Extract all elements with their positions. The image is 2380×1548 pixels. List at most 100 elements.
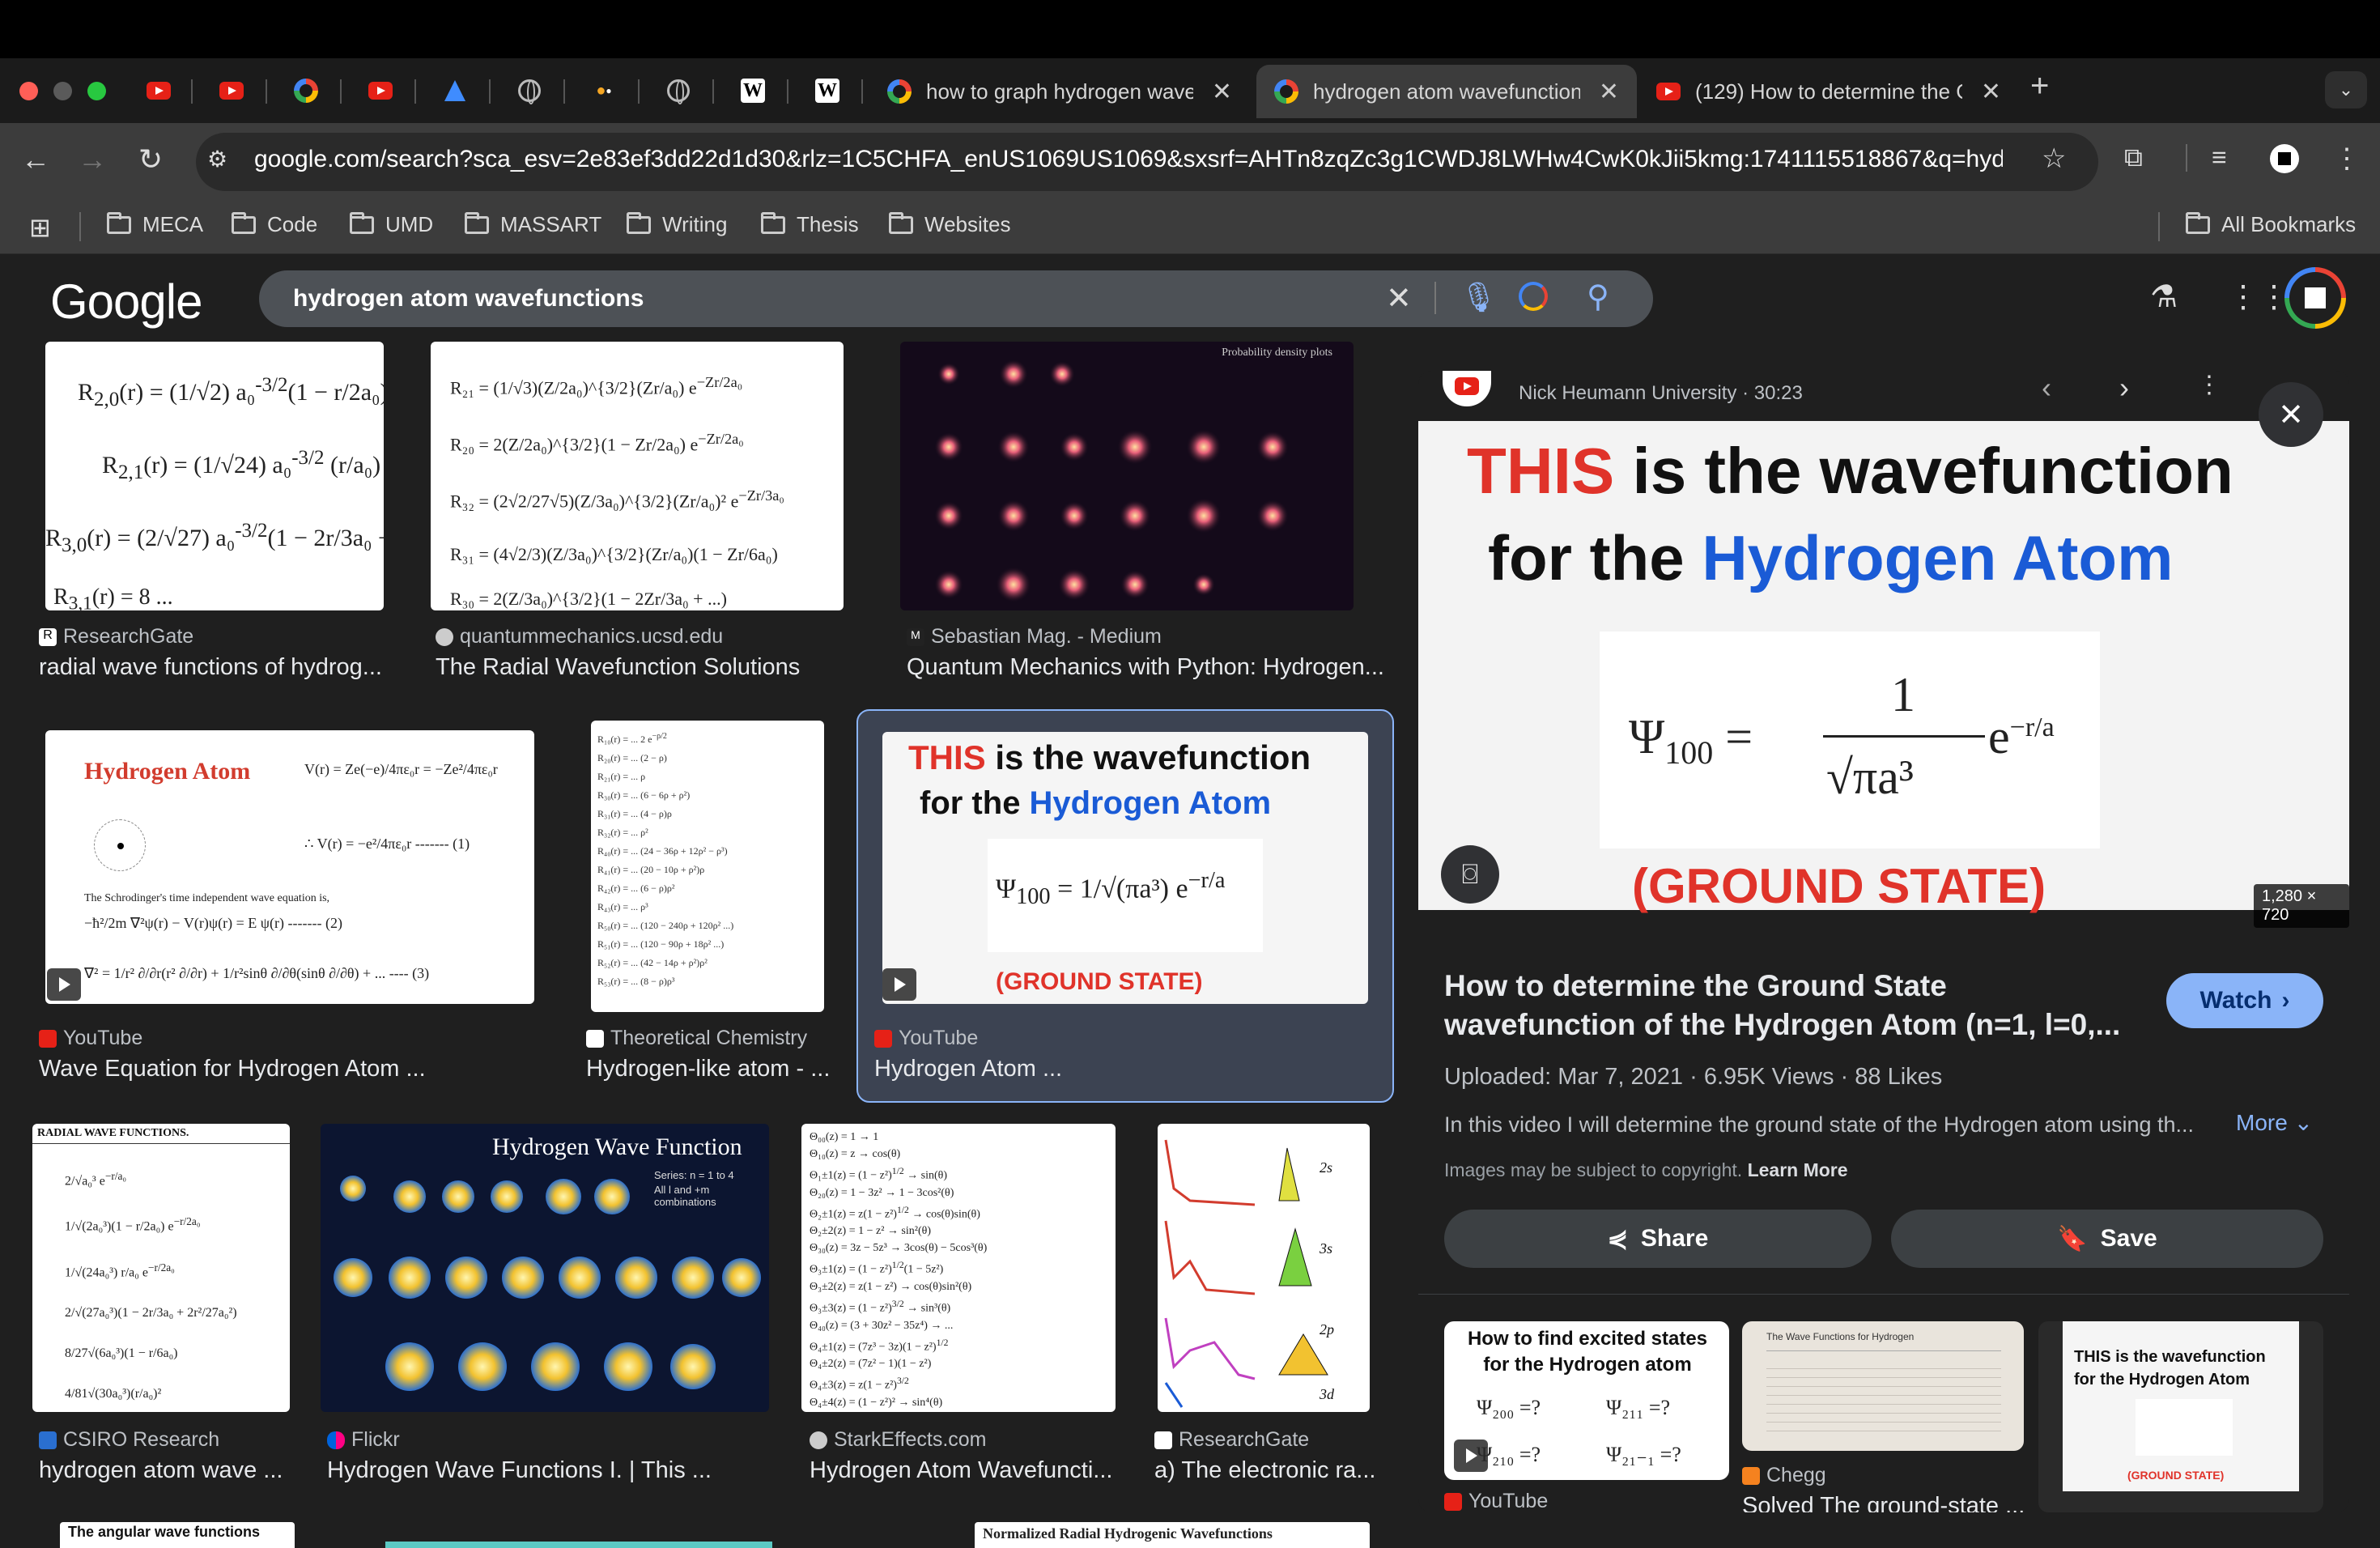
result-source[interactable]: R ResearchGate — [39, 625, 193, 649]
next-result-icon[interactable]: › — [2119, 371, 2129, 405]
back-button[interactable]: ← — [16, 142, 55, 176]
bookmark-websites[interactable]: Websites — [889, 211, 1010, 237]
result-thumbnail[interactable]: Hydrogen Atom V(r) = Ze(−e)/4πε₀r = −Ze²… — [45, 730, 534, 1004]
result-title[interactable]: Hydrogen Atom Wavefuncti... — [810, 1457, 1112, 1484]
bookmark-umd[interactable]: UMD — [350, 211, 433, 237]
pinned-tab-wikipedia[interactable]: W — [810, 73, 845, 108]
result-thumbnail[interactable]: R₂₁ = (1/√3)(Z/2a₀)^{3/2}(Zr/a₀) e−Zr/2a… — [431, 342, 844, 610]
site-info-icon[interactable]: ⚙ — [207, 146, 227, 172]
result-thumbnail[interactable] — [385, 1542, 772, 1548]
pinned-tab-wikipedia[interactable]: W — [735, 73, 771, 108]
close-panel-button[interactable]: ✕ — [2259, 382, 2323, 447]
google-apps-icon[interactable]: ⋮⋮ — [2228, 279, 2289, 315]
search-input[interactable]: hydrogen atom wavefunctions — [293, 285, 644, 313]
result-source[interactable]: CSIRO Research — [39, 1428, 219, 1452]
result-title[interactable]: The Radial Wavefunction Solutions — [436, 654, 800, 681]
pinned-tab-youtube[interactable] — [363, 73, 398, 108]
result-source[interactable]: Theoretical Chemistry — [586, 1027, 807, 1050]
lens-icon[interactable] — [1519, 282, 1548, 311]
save-button[interactable]: 🔖 Save — [1891, 1210, 2323, 1268]
new-tab-button[interactable]: + — [2030, 68, 2049, 104]
pinned-tab-youtube[interactable] — [214, 73, 249, 108]
search-icon[interactable]: ⚲ — [1587, 279, 1609, 315]
related-source[interactable]: Chegg — [1742, 1464, 1826, 1487]
close-tab-icon[interactable]: ✕ — [1212, 78, 1232, 106]
result-thumbnail[interactable]: Normalized Radial Hydrogenic Wavefunctio… — [975, 1522, 1370, 1548]
result-title[interactable]: Hydrogen Atom ... — [874, 1056, 1062, 1082]
related-title[interactable]: Solved The ground-state ... — [1742, 1493, 2025, 1512]
pinned-tab-dots[interactable]: ● ● — [586, 73, 622, 108]
clear-search-icon[interactable]: ✕ — [1386, 280, 1412, 317]
related-thumbnail[interactable]: THIS is the wavefunction for the Hydroge… — [2038, 1321, 2323, 1512]
result-thumbnail[interactable]: R2,0(r) = (1/√2) a₀-3/2(1 − r/2a₀) e-r/2… — [45, 342, 384, 610]
pinned-tab-globe[interactable] — [512, 73, 547, 108]
minimize-window-button[interactable] — [53, 82, 72, 100]
result-thumbnail[interactable]: R₁₀(r) = ... 2 e−ρ/2 R₂₀(r) = ... (2 − ρ)… — [591, 721, 824, 1012]
media-controls-icon[interactable]: ≡ — [2212, 142, 2227, 172]
result-title[interactable]: Hydrogen Wave Functions I. | This ... — [327, 1457, 712, 1484]
apps-grid-icon[interactable]: ⊞ — [29, 212, 51, 243]
close-tab-icon[interactable]: ✕ — [1599, 78, 1619, 106]
result-title[interactable]: radial wave functions of hydrog... — [39, 654, 382, 681]
share-button[interactable]: ⋞ Share — [1444, 1210, 1872, 1268]
pinned-tab-globe[interactable] — [661, 73, 696, 108]
result-title[interactable]: Wave Equation for Hydrogen Atom ... — [39, 1056, 426, 1082]
result-source[interactable]: ResearchGate — [1154, 1428, 1309, 1452]
related-source[interactable]: YouTube — [1444, 1490, 1548, 1512]
reload-button[interactable]: ↻ — [131, 142, 170, 176]
tab-graph-hydrogen[interactable]: how to graph hydrogen wave ✕ — [869, 65, 1250, 118]
pinned-tab-labs[interactable] — [437, 73, 473, 108]
microphone-icon[interactable]: 🎙 — [1460, 280, 1498, 314]
result-title[interactable]: hydrogen atom wave ... — [39, 1457, 283, 1484]
browser-menu-icon[interactable]: ⋮ — [2333, 142, 2361, 175]
profile-avatar[interactable] — [2270, 144, 2299, 173]
bookmark-star-icon[interactable]: ☆ — [2042, 142, 2066, 175]
preview-image[interactable]: THIS is the wavefunction for the Hydroge… — [1418, 421, 2349, 928]
result-title[interactable]: Hydrogen-like atom - ... — [586, 1056, 830, 1082]
tab-search-button[interactable]: ⌄ — [2325, 71, 2367, 108]
close-tab-icon[interactable]: ✕ — [1981, 78, 2001, 106]
pinned-tab-youtube[interactable] — [141, 73, 176, 108]
result-source[interactable]: quantummechanics.ucsd.edu — [436, 625, 723, 649]
extensions-icon[interactable]: ⧉ — [2124, 142, 2143, 173]
more-options-icon[interactable]: ⋮ — [2197, 371, 2221, 399]
bookmark-code[interactable]: Code — [232, 211, 317, 237]
lens-search-icon[interactable]: ⌼ — [1441, 845, 1499, 904]
zoom-window-button[interactable] — [87, 82, 106, 100]
result-thumbnail[interactable]: Hydrogen Wave Function Series: n = 1 to … — [321, 1124, 769, 1412]
video-title[interactable]: How to determine the Ground State wavefu… — [1444, 967, 2140, 1044]
result-thumbnail[interactable]: The angular wave functions — [60, 1522, 295, 1548]
learn-more-link[interactable]: Learn More — [1748, 1159, 1848, 1180]
result-thumbnail[interactable]: Probability density plots — [900, 342, 1354, 610]
bookmark-thesis[interactable]: Thesis — [761, 211, 859, 237]
pinned-tab-google[interactable] — [288, 73, 324, 108]
related-thumbnail[interactable]: The Wave Functions for Hydrogen — [1742, 1321, 2024, 1451]
tab-youtube-video[interactable]: (129) How to determine the G ✕ — [1638, 65, 2019, 118]
result-title[interactable]: a) The electronic ra... — [1154, 1457, 1375, 1484]
watch-button[interactable]: Watch › — [2166, 973, 2323, 1028]
more-button[interactable]: More ⌄ — [2236, 1109, 2313, 1136]
bookmark-meca[interactable]: MECA — [107, 211, 203, 237]
result-thumbnail[interactable]: RADIAL WAVE FUNCTIONS. 2/√a₀³ e−r/a₀ 1/√(… — [32, 1124, 290, 1412]
forward-button[interactable]: → — [73, 142, 112, 176]
result-thumbnail[interactable]: Θ₀₀(z) = 1 → 1 Θ₁₀(z) = z → cos(θ) Θ₁±1(z)… — [801, 1124, 1116, 1412]
result-title[interactable]: Quantum Mechanics with Python: Hydrogen.… — [907, 654, 1384, 681]
result-source[interactable]: YouTube — [39, 1027, 142, 1050]
result-thumbnail[interactable]: THIS is the wavefunction for the Hydroge… — [882, 732, 1368, 1004]
close-window-button[interactable] — [19, 82, 38, 100]
previous-result-icon[interactable]: ‹ — [2042, 371, 2051, 405]
bookmark-massart[interactable]: MASSART — [465, 211, 601, 237]
bookmark-writing[interactable]: Writing — [627, 211, 727, 237]
result-thumbnail[interactable]: 2s 3s 2p 3d — [1158, 1124, 1370, 1412]
tab-hydrogen-wavefunctions[interactable]: hydrogen atom wavefunctions ✕ — [1256, 65, 1637, 118]
result-source[interactable]: M Sebastian Mag. - Medium — [907, 625, 1162, 649]
result-source[interactable]: Flickr — [327, 1428, 400, 1452]
result-source[interactable]: StarkEffects.com — [810, 1428, 987, 1452]
labs-icon[interactable]: ⚗ — [2150, 279, 2178, 315]
url-text[interactable]: google.com/search?sca_esv=2e83ef3dd22d1d… — [254, 146, 2003, 173]
account-avatar[interactable] — [2284, 267, 2346, 329]
all-bookmarks[interactable]: All Bookmarks — [2186, 211, 2356, 237]
result-source[interactable]: YouTube — [874, 1027, 978, 1050]
google-logo[interactable]: Google — [50, 274, 202, 330]
related-thumbnail[interactable]: How to find excited states for the Hydro… — [1444, 1321, 1729, 1480]
